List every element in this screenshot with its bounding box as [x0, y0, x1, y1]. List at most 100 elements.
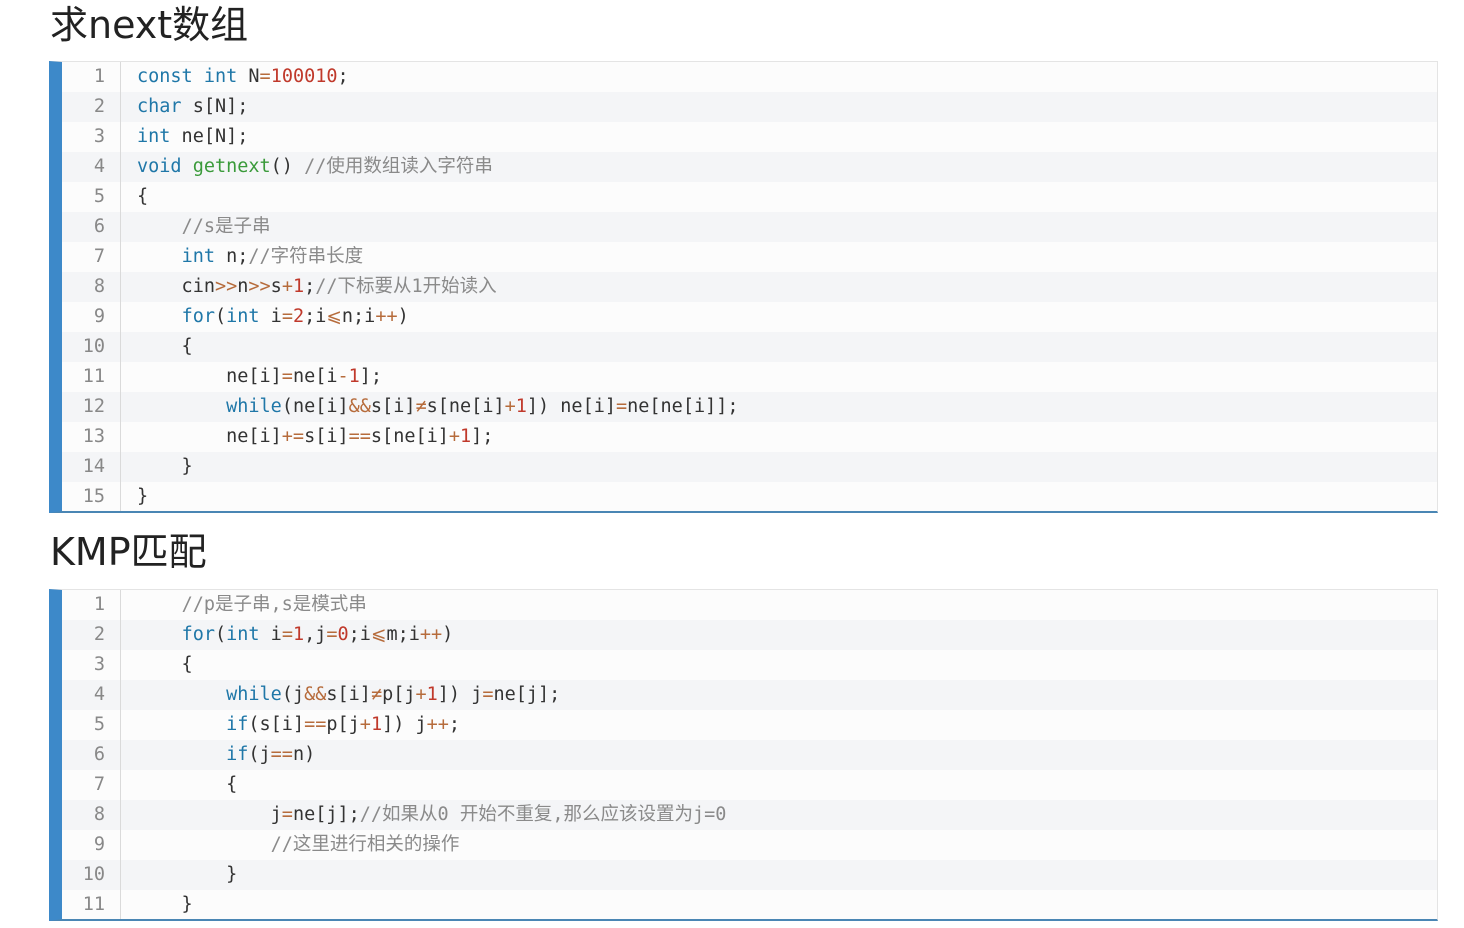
line-number: 2	[62, 620, 121, 650]
code-token: if	[226, 714, 249, 735]
code-token: {	[137, 654, 193, 675]
section-title-next-array: 求next数组	[50, 3, 249, 47]
code-token: }	[137, 894, 193, 915]
code-line: 12 while(ne[i]&&s[i]≠s[ne[i]+1]) ne[i]=n…	[62, 392, 1437, 422]
code-text: //s是子串	[121, 212, 271, 242]
code-token: (ne[i]	[281, 396, 349, 417]
code-token: 1	[292, 624, 305, 645]
code-line: 14 }	[62, 452, 1437, 482]
code-text: int ne[N];	[121, 122, 248, 152]
code-token: ⩽	[326, 306, 342, 327]
line-number: 3	[62, 650, 121, 680]
code-token: ⩽	[370, 624, 387, 645]
code-text: {	[121, 182, 148, 212]
code-text: if(j==n)	[121, 740, 315, 770]
line-number: 8	[62, 800, 121, 830]
code-token: =	[259, 66, 271, 87]
code-token: n;i	[341, 306, 376, 327]
code-token: while	[226, 396, 282, 417]
code-token: >>	[214, 276, 238, 297]
code-token: //如果从0 开始不重复,那么应该设置为j=0	[359, 804, 727, 825]
code-token: +	[415, 684, 427, 705]
code-token: =	[281, 306, 293, 327]
code-token: p[j	[382, 684, 416, 705]
code-line: 8 cin>>n>>s+1;//下标要从1开始读入	[62, 272, 1437, 302]
code-token: {	[137, 186, 149, 207]
line-number: 10	[62, 332, 121, 362]
code-line: 2 for(int i=1,j=0;i⩽m;i++)	[62, 620, 1437, 650]
code-token: s[i]	[304, 426, 349, 447]
code-token: 1	[460, 426, 472, 447]
code-text: while(j&&s[i]≠p[j+1]) j=ne[j];	[121, 680, 560, 710]
code-token: ne[i]	[137, 426, 282, 447]
code-token: //s是子串	[181, 216, 271, 237]
code-token: i	[259, 306, 282, 327]
line-number: 4	[62, 152, 121, 182]
code-text: ne[i]+=s[i]==s[ne[i]+1];	[121, 422, 493, 452]
code-token: ==	[304, 714, 327, 735]
code-text: while(ne[i]&&s[i]≠s[ne[i]+1]) ne[i]=ne[n…	[121, 392, 738, 422]
code-line: 5{	[62, 182, 1437, 212]
line-number: 11	[62, 890, 121, 919]
line-number: 2	[62, 92, 121, 122]
code-token: ++	[419, 624, 443, 645]
code-token: {	[137, 336, 193, 357]
line-number: 9	[62, 302, 121, 332]
code-token: //p是子串,s是模式串	[181, 594, 367, 615]
code-text: const int N=100010;	[121, 62, 349, 92]
line-number: 11	[62, 362, 121, 392]
code-line: 13 ne[i]+=s[i]==s[ne[i]+1];	[62, 422, 1437, 452]
code-token: //使用数组读入字符串	[304, 156, 493, 177]
code-line: 7 int n;//字符串长度	[62, 242, 1437, 272]
code-token: ne[N];	[170, 126, 249, 147]
code-token: cin	[137, 276, 215, 297]
code-token: +	[359, 714, 371, 735]
code-token: ==	[348, 426, 371, 447]
code-token: }	[137, 456, 193, 477]
code-token: char	[137, 96, 182, 117]
code-token: ];	[471, 426, 494, 447]
line-number: 12	[62, 392, 121, 422]
code-text: int n;//字符串长度	[121, 242, 364, 272]
code-token: s[i]	[326, 684, 371, 705]
code-token: ()	[270, 156, 305, 177]
code-line: 10 }	[62, 860, 1437, 890]
code-token: +	[281, 276, 293, 297]
code-token: 1	[426, 684, 438, 705]
code-block-next-array: 1 const int N=100010; 2 char s[N]; 3 int ne[N…	[49, 61, 1438, 513]
code-token: int	[203, 66, 238, 87]
code-line: 9 //这里进行相关的操作	[62, 830, 1437, 860]
code-line: 3 int ne[N];	[62, 122, 1437, 152]
line-number: 9	[62, 830, 121, 860]
code-token: j	[137, 804, 282, 825]
code-token: =	[482, 684, 494, 705]
code-token: &&	[304, 684, 327, 705]
code-token: ]) j	[437, 684, 483, 705]
code-line: 5 if(s[i]==p[j+1]) j++;	[62, 710, 1437, 740]
code-token: )	[397, 306, 409, 327]
code-token: ==	[270, 744, 293, 765]
code-text: for(int i=2;i⩽n;i++)	[121, 302, 409, 332]
code-line: 1 const int N=100010;	[62, 62, 1437, 92]
code-line: 11 ne[i]=ne[i-1];	[62, 362, 1437, 392]
code-token: p[j	[326, 714, 360, 735]
code-token: (	[214, 306, 227, 327]
code-token: }	[137, 486, 149, 507]
code-line: 4 void getnext() //使用数组读入字符串	[62, 152, 1437, 182]
line-number: 6	[62, 740, 121, 770]
code-token: 1	[515, 396, 527, 417]
code-token: 0	[337, 624, 349, 645]
code-token: =	[326, 624, 338, 645]
code-text: void getnext() //使用数组读入字符串	[121, 152, 493, 182]
code-token: ]) j	[382, 714, 427, 735]
code-token: n	[237, 276, 249, 297]
code-line: 1 //p是子串,s是模式串	[62, 590, 1437, 620]
code-text: {	[121, 332, 193, 362]
